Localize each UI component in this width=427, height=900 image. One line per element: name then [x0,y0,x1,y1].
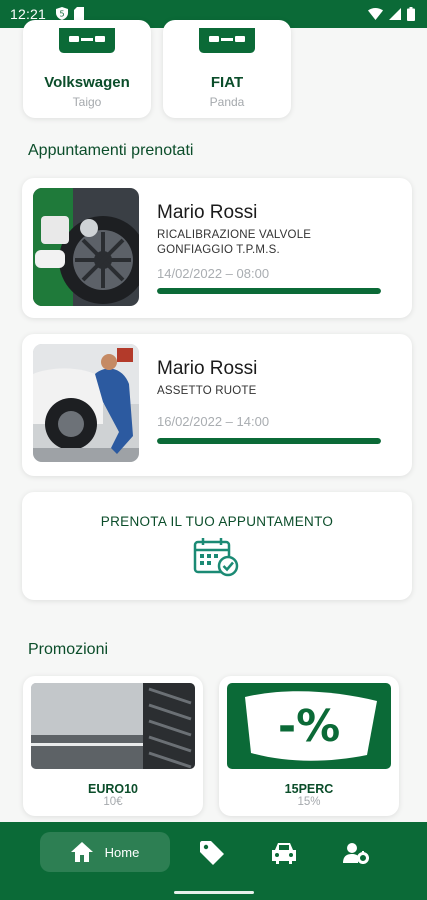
appointment-progress-bar [157,438,381,444]
vehicle-model: Taigo [72,95,102,109]
shield-notification-icon: 5 [56,7,68,20]
vehicle-model: Panda [209,95,245,109]
signal-icon [389,8,401,20]
gesture-handle [174,891,254,894]
winter-tyre-photo [31,683,195,769]
sim-card-icon [74,7,84,20]
vehicle-card-fiat[interactable]: FIAT Panda [163,20,291,118]
customer-name: Mario Rossi [157,358,258,379]
progress-fill [157,438,381,444]
promotions-section-title: Promozioni [28,641,109,658]
promotion-card[interactable]: -% 15PERC 15% [219,676,399,816]
service-description: ASSETTO RUOTE [157,385,257,397]
vehicle-make: FIAT [210,74,244,91]
svg-text:-%: -% [278,701,340,752]
car-icon [272,843,296,864]
appointment-datetime: 16/02/2022 – 14:00 [157,414,270,429]
promotion-card[interactable]: EURO10 10€ [23,676,203,816]
nav-promotions[interactable] [198,840,226,866]
nav-home-label: Home [104,844,140,860]
appointment-photo [33,188,139,306]
nav-home[interactable]: Home [40,832,170,872]
wifi-icon [368,8,383,20]
appointment-card[interactable]: Mario Rossi RICALIBRAZIONE VALVOLE GONFI… [22,178,412,318]
bottom-navigation: Home [0,822,427,900]
user-settings-icon [343,843,369,864]
car-icon [199,28,255,53]
appointment-card[interactable]: Mario Rossi ASSETTO RUOTE 16/02/2022 – 1… [22,334,412,476]
home-icon [70,842,93,862]
svg-text:5: 5 [59,10,64,19]
service-description: RICALIBRAZIONE VALVOLE GONFIAGGIO T.P.M.… [157,229,312,256]
vehicle-card-volkswagen[interactable]: Volkswagen Taigo [23,20,151,118]
appointment-progress-bar [157,288,381,294]
book-appointment-button[interactable]: PRENOTA IL TUO APPUNTAMENTO [22,492,412,600]
tag-icon [200,841,224,865]
customer-name: Mario Rossi [157,202,258,223]
promo-value: 10€ [103,796,123,808]
appointment-datetime: 14/02/2022 – 08:00 [157,266,270,281]
percent-tag-graphic: -% [227,683,391,769]
vehicle-make: Volkswagen [44,74,130,91]
promo-code: EURO10 [87,782,139,796]
nav-account-settings[interactable] [342,840,370,866]
book-appointment-label: PRENOTA IL TUO APPUNTAMENTO [100,514,334,529]
progress-fill [157,288,381,294]
promo-value: 15% [297,796,321,808]
calendar-check-icon [193,538,239,577]
nav-vehicles[interactable] [270,840,298,866]
promo-code: 15PERC [284,782,334,796]
car-icon [59,28,115,53]
appointments-section-title: Appuntamenti prenotati [28,142,194,159]
appointment-photo [33,344,139,462]
battery-icon [407,7,415,21]
